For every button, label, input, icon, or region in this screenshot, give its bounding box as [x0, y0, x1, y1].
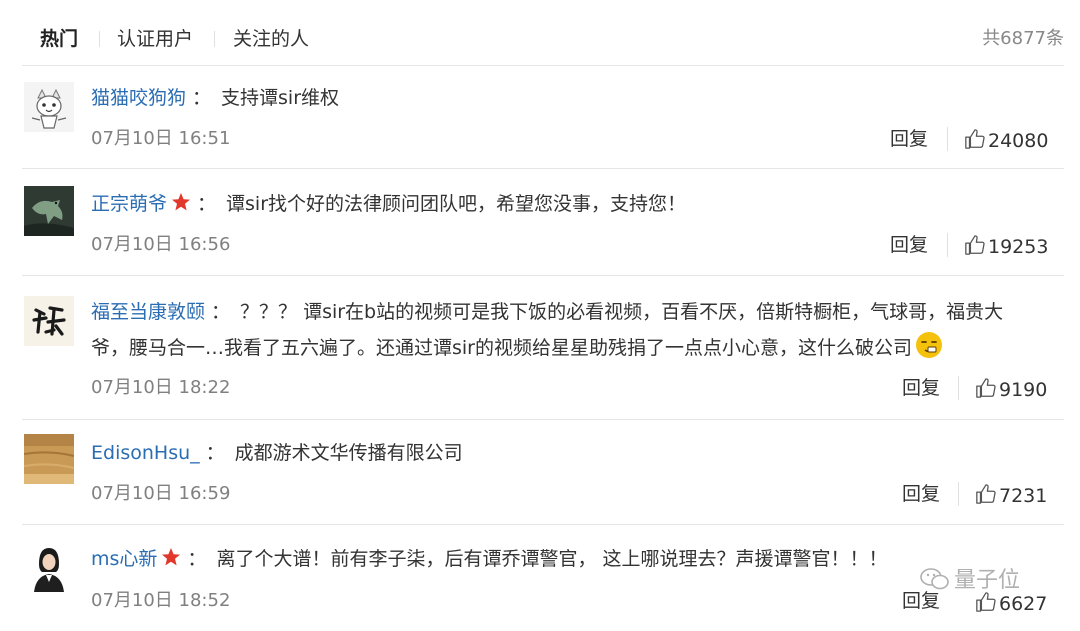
colon: ：	[211, 301, 231, 323]
watermark: 量子位	[920, 566, 1020, 596]
reply-button[interactable]: 回复	[890, 233, 928, 257]
watermark-text: 量子位	[954, 568, 1021, 593]
comment-time: 07月10日 18:52	[91, 590, 231, 611]
comment-body: 正宗萌爷 ： 谭sir找个好的法律顾问团队吧，希望您没事，支持您！	[91, 186, 1056, 222]
comment-text: 爷，腰马合一…我看了五六遍了。还通过谭sir的视频给星星助残捐了一点点小心意，这…	[91, 337, 912, 359]
tab-separator	[99, 31, 100, 47]
like-count: 19253	[988, 236, 1049, 258]
like-button[interactable]: 19253	[964, 234, 1048, 259]
comment-body: EdisonHsu_： 成都游术文华传播有限公司	[91, 435, 1056, 471]
colon: ：	[197, 193, 217, 215]
thumbs-up-icon	[976, 378, 996, 398]
wood-texture-avatar-icon	[24, 434, 74, 484]
colon: ：	[187, 548, 207, 570]
reply-button[interactable]: 回复	[902, 482, 940, 506]
comment-body-continued: 爷，腰马合一…我看了五六遍了。还通过谭sir的视频给星星助残捐了一点点小心意，这…	[91, 330, 1056, 366]
divider	[22, 419, 1064, 420]
tab-verified-users[interactable]: 认证用户	[117, 26, 193, 52]
thumbs-up-icon	[976, 484, 996, 504]
tab-separator	[214, 31, 215, 47]
like-button[interactable]: 24080	[964, 128, 1048, 153]
colon: ：	[192, 87, 212, 109]
vip-star-icon	[171, 192, 191, 212]
username[interactable]: 正宗萌爷	[91, 193, 167, 215]
like-count: 24080	[988, 130, 1049, 152]
comment-time: 07月10日 16:51	[91, 128, 231, 149]
action-separator	[947, 233, 948, 257]
avatar[interactable]	[24, 542, 74, 592]
calligraphy-avatar-icon	[24, 296, 74, 346]
colon: ：	[205, 442, 225, 464]
comment-time: 07月10日 18:22	[91, 377, 231, 398]
username[interactable]: 福至当康敦颐	[91, 301, 205, 323]
shy-face-emoji-icon	[914, 330, 944, 360]
avatar[interactable]	[24, 434, 74, 484]
comment-body: 猫猫咬狗狗 ： 支持谭sir维权	[91, 80, 1056, 116]
vip-star-icon	[161, 547, 181, 567]
wechat-logo-icon	[920, 568, 949, 590]
comment-text: 离了个大谱！前有李子柒，后有谭乔谭警官， 这上哪说理去？声援谭警官！！！	[216, 548, 888, 570]
comment-time: 07月10日 16:56	[91, 234, 231, 255]
avatar[interactable]	[24, 82, 74, 132]
comment-text: 支持谭sir维权	[221, 87, 340, 109]
username[interactable]: ms心新	[91, 548, 157, 570]
divider	[22, 524, 1064, 525]
like-count: 6627	[999, 593, 1048, 615]
username[interactable]: 猫猫咬狗狗	[91, 87, 186, 109]
like-count: 9190	[999, 379, 1048, 401]
comment-text: 成都游术文华传播有限公司	[234, 442, 463, 464]
reply-button[interactable]: 回复	[890, 127, 928, 151]
divider	[22, 65, 1064, 66]
cat-avatar-icon	[24, 82, 74, 132]
action-separator	[947, 127, 948, 151]
comment-text: 谭sir找个好的法律顾问团队吧，希望您没事，支持您！	[226, 193, 687, 215]
like-count: 7231	[999, 485, 1048, 507]
reply-button[interactable]: 回复	[902, 376, 940, 400]
comment-body: ms心新 ： 离了个大谱！前有李子柒，后有谭乔谭警官， 这上哪说理去？声援谭警官！！…	[91, 541, 1056, 577]
username[interactable]: EdisonHsu_	[91, 442, 200, 464]
comment-text: ？？？ 谭sir在b站的视频可是我下饭的必看视频，百看不厌，倍斯特橱柜，气球哥，…	[240, 301, 1004, 323]
action-separator	[958, 376, 959, 400]
avatar[interactable]	[24, 296, 74, 346]
comment-time: 07月10日 16:59	[91, 483, 231, 504]
comment-body: 福至当康敦颐 ： ？？？ 谭sir在b站的视频可是我下饭的必看视频，百看不厌，倍斯特…	[91, 294, 1056, 330]
like-button[interactable]: 7231	[975, 483, 1047, 508]
like-button[interactable]: 9190	[975, 377, 1047, 402]
thumbs-up-icon	[965, 129, 985, 149]
tab-hot[interactable]: 热门	[40, 26, 78, 52]
thumbs-up-icon	[965, 235, 985, 255]
woman-portrait-avatar-icon	[24, 542, 74, 592]
dinosaur-avatar-icon	[24, 186, 74, 236]
divider	[22, 275, 1064, 276]
divider	[22, 168, 1064, 169]
action-separator	[958, 482, 959, 506]
comment-tabs: 热门 认证用户 关注的人 共6877条	[0, 0, 1080, 78]
avatar[interactable]	[24, 186, 74, 236]
total-count: 共6877条	[982, 28, 1064, 49]
tab-following[interactable]: 关注的人	[233, 26, 309, 52]
